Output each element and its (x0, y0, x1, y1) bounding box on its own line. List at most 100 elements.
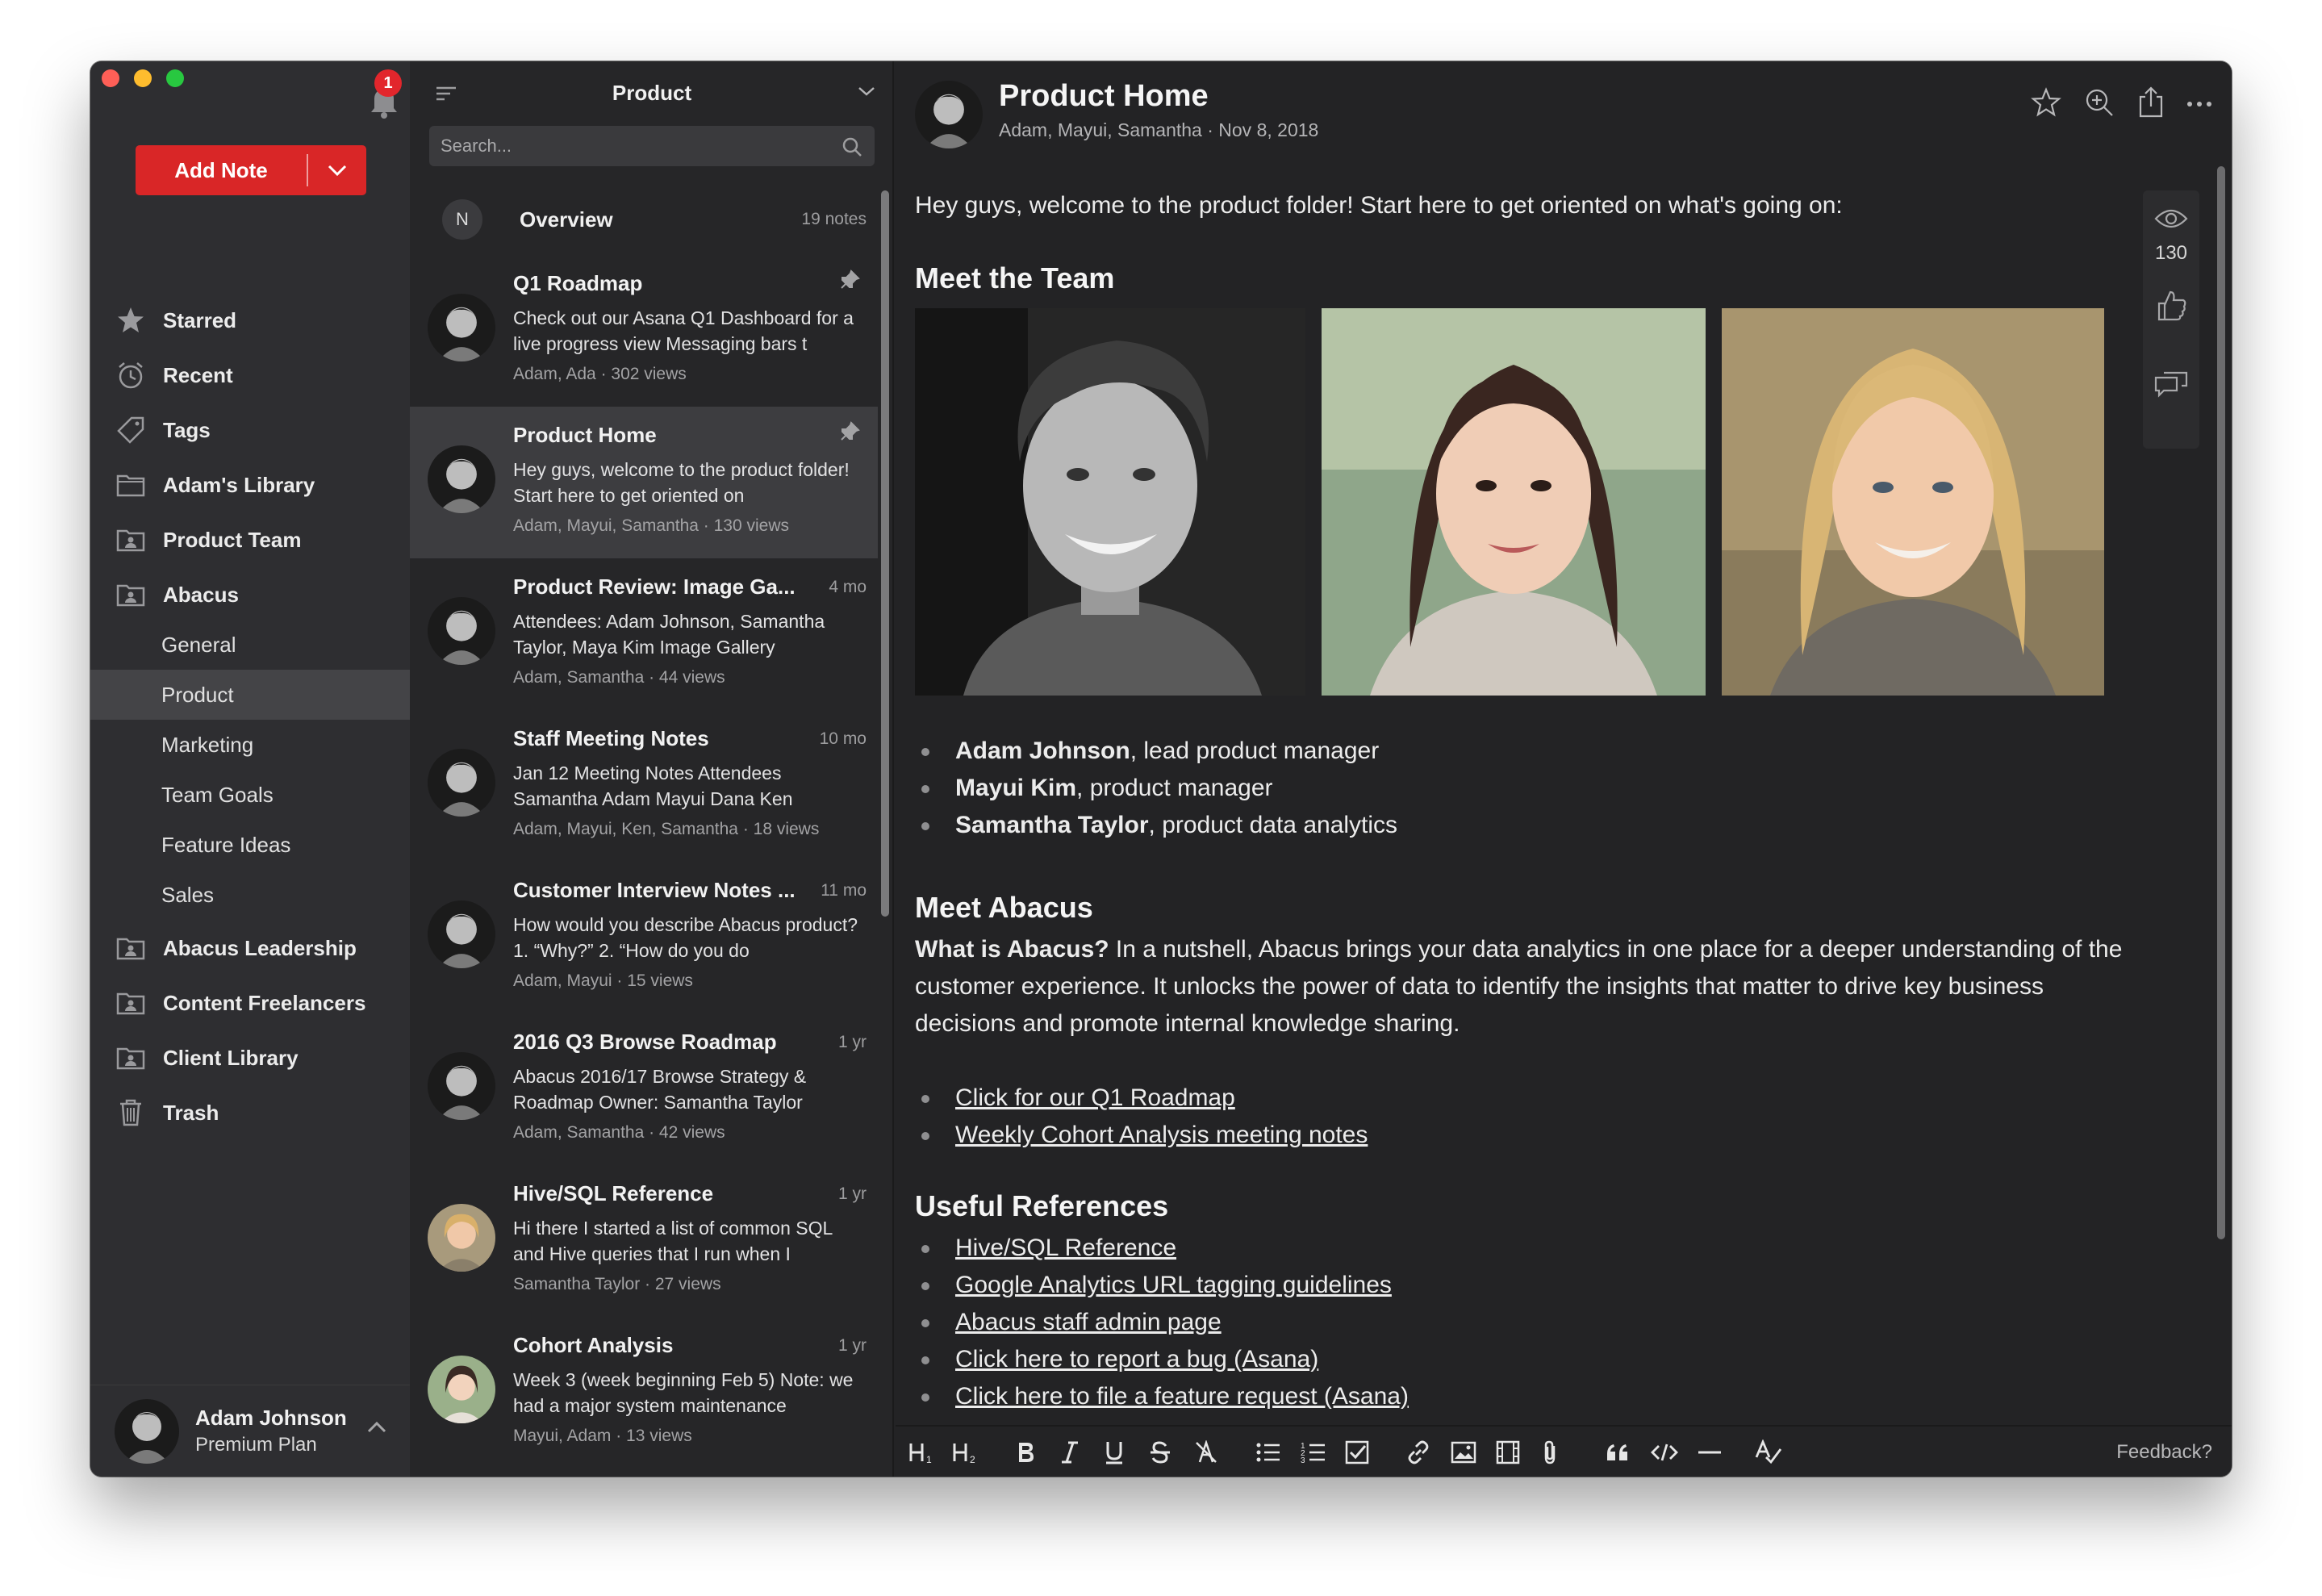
minimize-window-button[interactable] (134, 69, 152, 87)
sidebar-item-recent[interactable]: Recent (90, 350, 410, 400)
note-list-item-active[interactable]: Product Home Hey guys, welcome to the pr… (410, 407, 878, 558)
note-list-item[interactable]: 2016 Q3 Browse Roadmap 1 yr Abacus 2016/… (410, 1013, 878, 1165)
bold-icon[interactable] (1015, 1438, 1036, 1467)
link-ga-tagging[interactable]: Google Analytics URL tagging guidelines (955, 1272, 1392, 1298)
add-note-button[interactable]: Add Note (136, 145, 366, 195)
sidebar-subitem-general[interactable]: General (90, 620, 410, 670)
sidebar-item-content-freelancers[interactable]: Content Freelancers (90, 978, 410, 1028)
note-list-item[interactable]: Cohort Analysis 1 yr Week 3 (week beginn… (410, 1317, 878, 1469)
overview-item[interactable]: N Overview 19 notes (410, 187, 878, 252)
sidebar-item-abacus-leadership[interactable]: Abacus Leadership (90, 923, 410, 973)
chevron-up-icon[interactable] (366, 1421, 387, 1438)
quote-icon[interactable] (1606, 1438, 1630, 1467)
checklist-icon[interactable] (1344, 1438, 1370, 1467)
note-toolbar (2030, 86, 2212, 123)
sidebar-subitem-sales[interactable]: Sales (90, 870, 410, 920)
link-feature-request[interactable]: Click here to file a feature request (As… (955, 1383, 1409, 1410)
note-list-scrollbar[interactable] (881, 190, 889, 917)
abacus-paragraph: What is Abacus? In a nutshell, Abacus br… (915, 931, 2133, 1042)
avatar (915, 81, 983, 148)
link-hive-sql[interactable]: Hive/SQL Reference (955, 1235, 1176, 1261)
note-snippet: How would you describe Abacus product? 1… (513, 914, 858, 961)
sidebar-item-tags[interactable]: Tags (90, 405, 410, 455)
bullet-list-icon[interactable] (1255, 1438, 1281, 1467)
sidebar-item-starred[interactable]: Starred (90, 295, 410, 345)
horizontal-rule-icon[interactable] (1698, 1438, 1722, 1467)
sidebar-item-label: Abacus Leadership (163, 935, 357, 960)
comments-icon[interactable] (2153, 370, 2190, 403)
code-icon[interactable] (1651, 1438, 1678, 1467)
spellcheck-icon[interactable] (1754, 1438, 1783, 1467)
chevron-down-icon[interactable] (857, 86, 876, 101)
clear-formatting-icon[interactable] (1194, 1438, 1218, 1467)
team-photo-mayui[interactable] (1322, 308, 1706, 696)
link-admin-page[interactable]: Abacus staff admin page (955, 1309, 1222, 1335)
link-q1-roadmap[interactable]: Click for our Q1 Roadmap (955, 1084, 1235, 1111)
sidebar-item-trash[interactable]: Trash (90, 1088, 410, 1138)
sidebar-item-abacus[interactable]: Abacus (90, 570, 410, 620)
sidebar-subitem-marketing[interactable]: Marketing (90, 720, 410, 770)
svg-text:3: 3 (1301, 1456, 1305, 1464)
sidebar-subitem-team-goals[interactable]: Team Goals (90, 770, 410, 820)
note-list-item[interactable]: Staff Meeting Notes 10 mo Jan 12 Meeting… (410, 710, 878, 862)
search-icon[interactable] (841, 136, 863, 163)
note-title: Customer Interview Notes ... (513, 878, 796, 902)
list-item: Click for our Q1 Roadmap (915, 1080, 2133, 1117)
sidebar-item-label: Product Team (163, 527, 302, 552)
italic-icon[interactable] (1060, 1438, 1080, 1467)
team-photo-samantha[interactable] (1722, 308, 2104, 696)
strikethrough-icon[interactable] (1149, 1438, 1171, 1467)
link-cohort-analysis[interactable]: Weekly Cohort Analysis meeting notes (955, 1122, 1368, 1148)
sidebar: 1 Add Note Starred Recent Tags Adam's Li… (90, 61, 410, 1477)
heading-2-icon[interactable]: 2 (952, 1438, 983, 1467)
image-icon[interactable] (1451, 1438, 1476, 1467)
zoom-window-button[interactable] (166, 69, 184, 87)
attachment-icon[interactable] (1541, 1438, 1559, 1467)
sidebar-subitem-product[interactable]: Product (90, 670, 410, 720)
profile-text: Adam Johnson Premium Plan (195, 1406, 347, 1456)
video-icon[interactable] (1496, 1438, 1520, 1467)
sidebar-item-client-library[interactable]: Client Library (90, 1033, 410, 1083)
list-item: Abacus staff admin page (915, 1304, 2133, 1341)
team-photo-adam[interactable] (915, 308, 1305, 696)
star-icon[interactable] (2030, 86, 2062, 123)
heading-1-icon[interactable]: 1 (908, 1438, 939, 1467)
share-icon[interactable] (2136, 86, 2165, 123)
sidebar-item-product-team[interactable]: Product Team (90, 515, 410, 565)
note-list-item[interactable]: Hive/SQL Reference 1 yr Hi there I start… (410, 1165, 878, 1317)
profile-plan: Premium Plan (195, 1434, 317, 1456)
pin-icon[interactable] (839, 421, 860, 446)
overview-title: Overview (520, 207, 613, 232)
sidebar-item-label: Abacus (163, 582, 239, 607)
underline-icon[interactable] (1104, 1438, 1125, 1467)
numbered-list-icon[interactable]: 123 (1301, 1438, 1326, 1467)
note-meta: Adam, Samantha · 42 views (513, 1123, 725, 1142)
pin-icon[interactable] (839, 269, 860, 295)
svg-text:2: 2 (970, 1454, 975, 1464)
abacus-heading: Meet Abacus (915, 891, 1093, 924)
feedback-link[interactable]: Feedback? (2116, 1441, 2212, 1464)
sidebar-item-adams-library[interactable]: Adam's Library (90, 460, 410, 510)
add-note-dropdown-chevron-icon[interactable] (308, 145, 366, 195)
note-meta: Adam, Mayui · 15 views (513, 971, 693, 990)
sidebar-subitem-feature-ideas[interactable]: Feature Ideas (90, 820, 410, 870)
link-report-bug[interactable]: Click here to report a bug (Asana) (955, 1346, 1318, 1372)
editor-scrollbar[interactable] (2217, 166, 2225, 1239)
note-list-item[interactable]: Q1 Roadmap Check out our Asana Q1 Dashbo… (410, 255, 878, 407)
note-list-item[interactable]: Product Review: Image Ga... 4 mo Attende… (410, 558, 878, 710)
link-icon[interactable] (1405, 1438, 1431, 1467)
close-window-button[interactable] (102, 69, 119, 87)
thumbs-up-icon[interactable] (2154, 287, 2188, 327)
user-profile[interactable]: Adam Johnson Premium Plan (90, 1385, 410, 1477)
zoom-in-icon[interactable] (2083, 86, 2115, 123)
note-editor: Product Home Adam, Mayui, Samantha · Nov… (896, 61, 2232, 1477)
notification-badge: 1 (374, 69, 402, 97)
search-input[interactable]: Search... (429, 126, 875, 166)
note-body[interactable]: Hey guys, welcome to the product folder!… (915, 187, 2133, 1415)
team-heading: Meet the Team (915, 261, 1115, 295)
note-title[interactable]: Product Home (999, 79, 1209, 114)
avatar (428, 1204, 495, 1272)
more-options-icon[interactable] (2186, 98, 2212, 112)
note-age: 1 yr (837, 1033, 867, 1051)
note-list-item[interactable]: Customer Interview Notes ... 11 mo How w… (410, 862, 878, 1013)
